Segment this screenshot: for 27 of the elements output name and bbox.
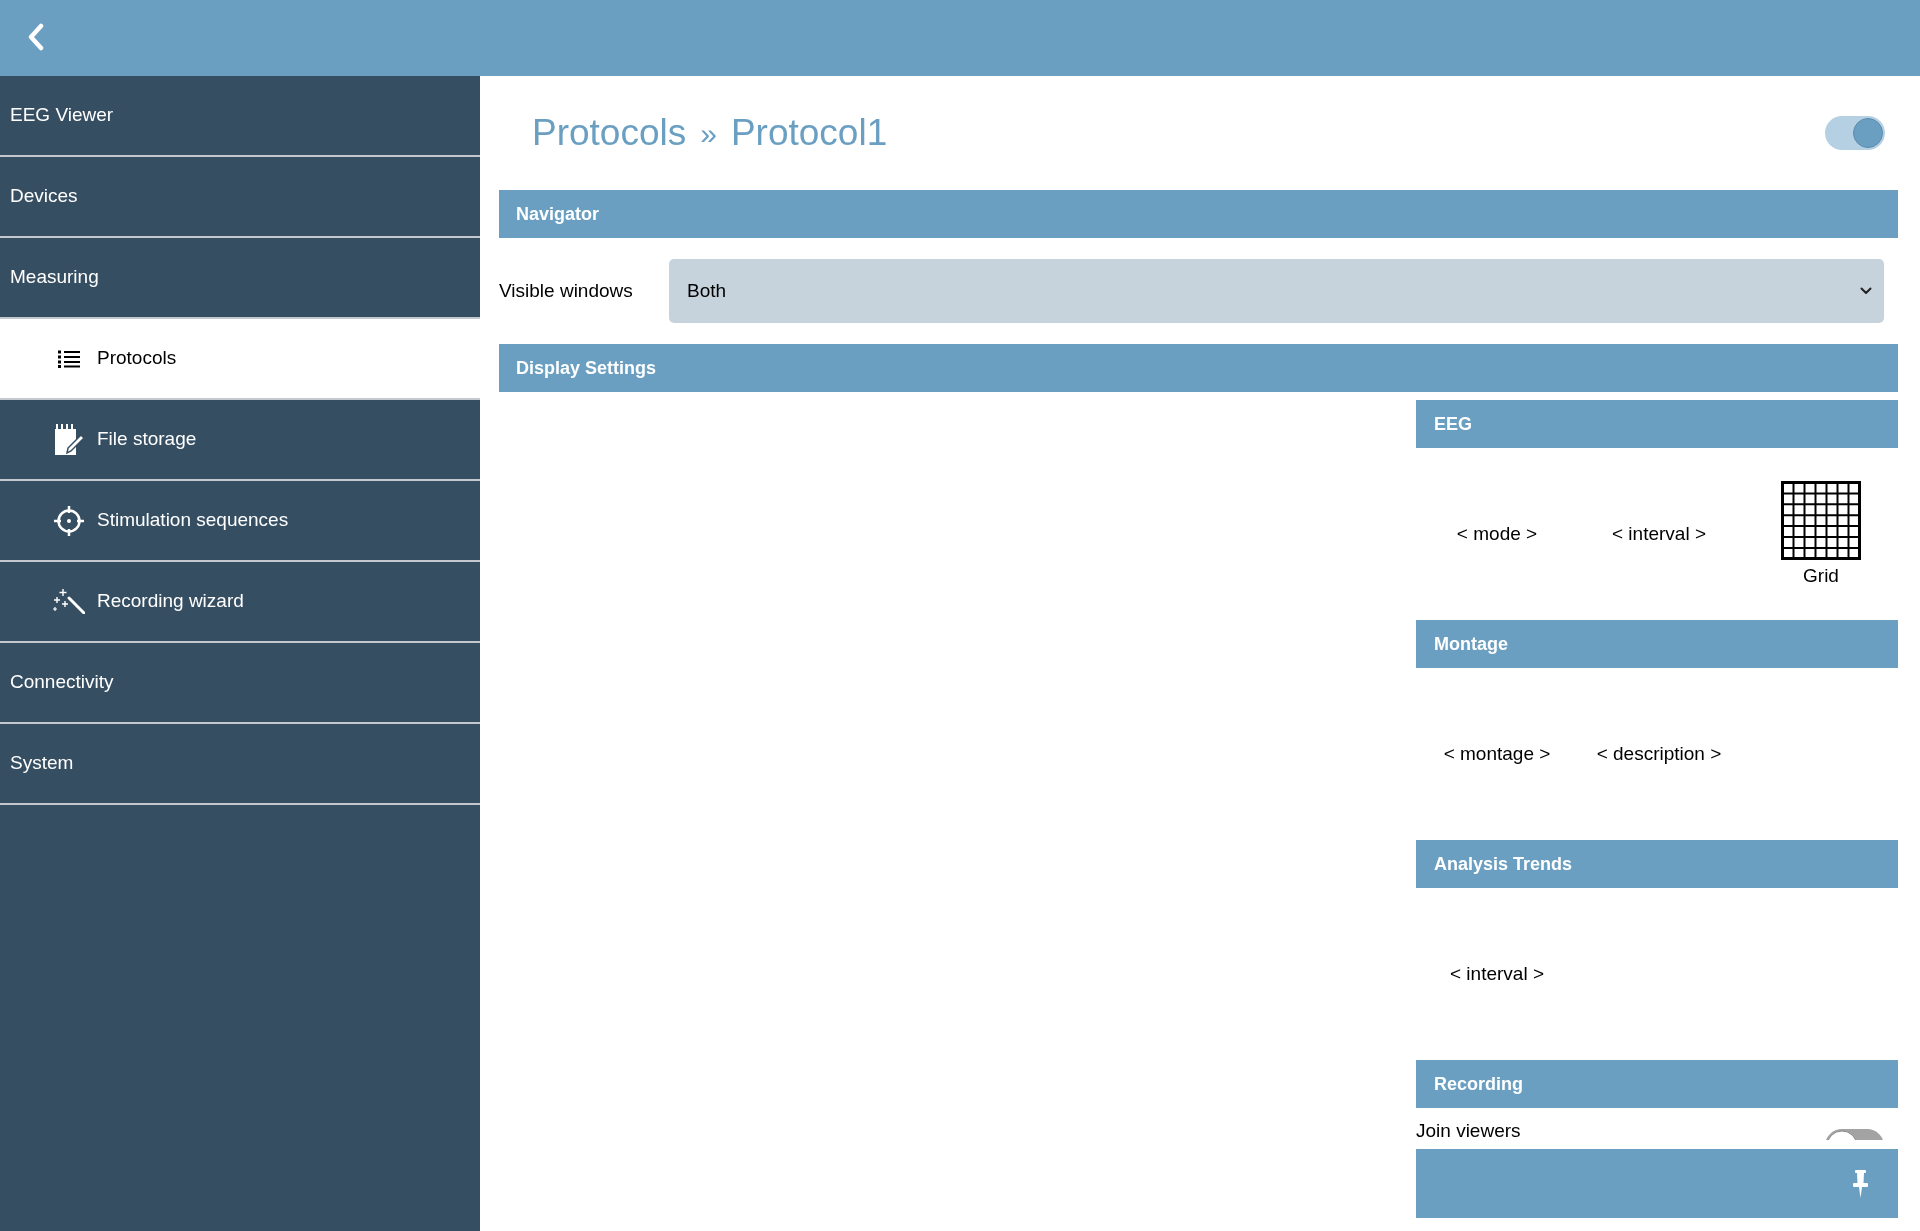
crosshair-icon [54, 505, 84, 536]
grid-icon [1781, 481, 1861, 561]
toggle-switch[interactable] [1825, 116, 1885, 150]
section-header: Navigator [499, 190, 1898, 238]
chevron-down-icon [1860, 287, 1872, 295]
section-header: Recording [1416, 1060, 1898, 1108]
section-header: Analysis Trends [1416, 840, 1898, 888]
dropdown-field[interactable]: Both [669, 259, 1884, 323]
grid-button[interactable]: Grid [1781, 481, 1861, 587]
value-stepper[interactable]: < montage > [1443, 739, 1551, 769]
list-icon [58, 349, 80, 368]
value-stepper[interactable]: < description > [1596, 739, 1722, 769]
field-label: Visible windows [499, 278, 634, 303]
section-header: Montage [1416, 620, 1898, 668]
sidebar-item[interactable]: Protocols [0, 319, 480, 400]
pin-icon[interactable] [1853, 1169, 1868, 1198]
value-stepper[interactable]: < interval > [1612, 519, 1706, 549]
switch-label: Join viewers [1416, 1119, 1521, 1140]
notepad-pencil-icon [54, 424, 84, 455]
section-header: EEG [1416, 400, 1898, 448]
breadcrumb-separator: » [700, 115, 717, 152]
magic-wand-icon [53, 589, 85, 614]
value-stepper[interactable]: < mode > [1456, 519, 1538, 549]
back-icon[interactable] [28, 23, 44, 51]
breadcrumb-current: Protocol1 [730, 111, 888, 156]
section-header: Display Settings [499, 344, 1898, 392]
value-stepper[interactable]: < interval > [1450, 959, 1544, 989]
